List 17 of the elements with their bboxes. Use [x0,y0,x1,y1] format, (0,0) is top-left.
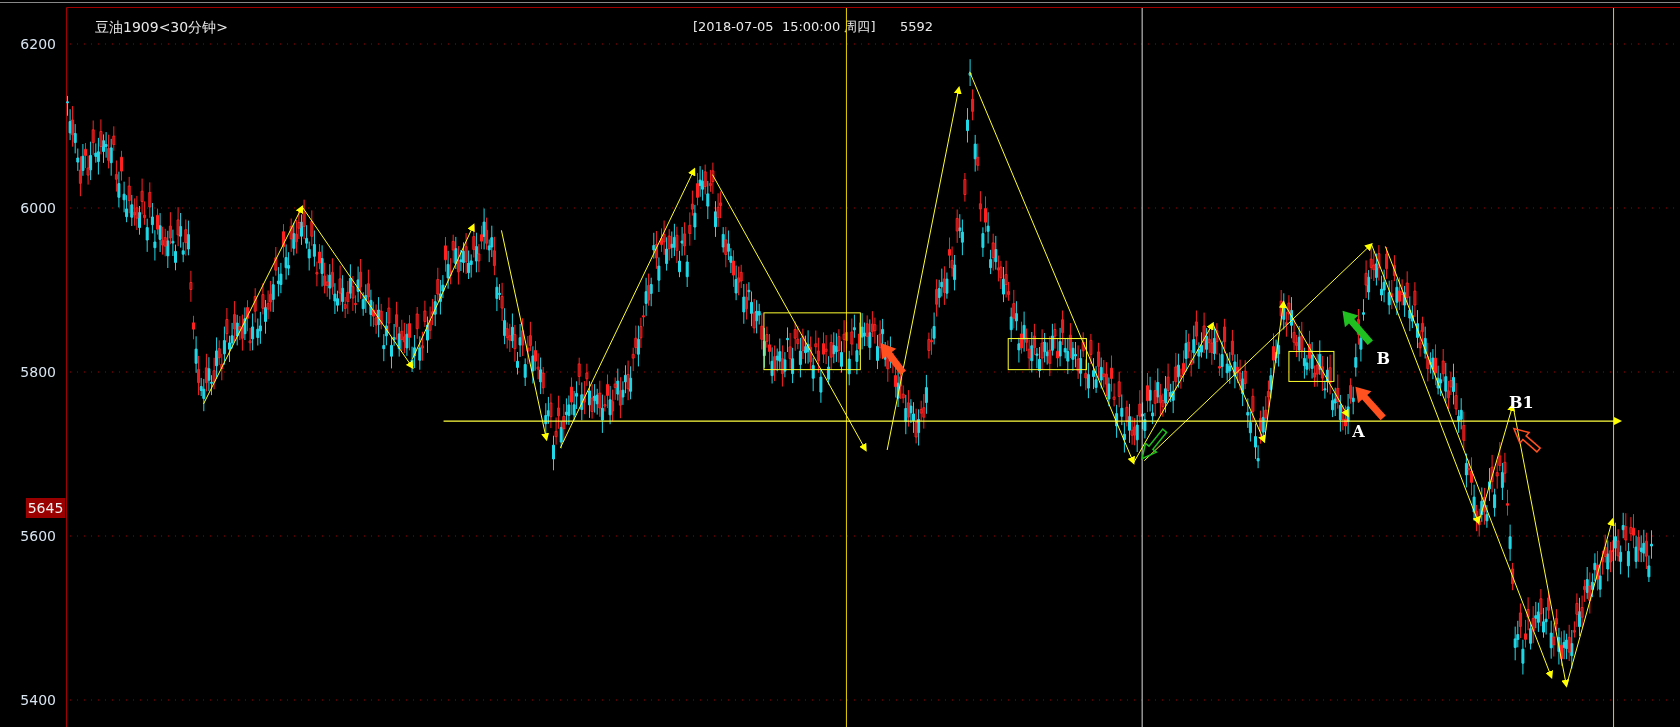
point-label: B [1376,349,1390,369]
arrow-icon [1141,428,1168,460]
cursor-price: 5592 [900,19,934,34]
price-tick-label: 5600 [20,528,56,544]
arrow-icon [880,342,906,375]
price-tick-label: 6200 [20,36,56,52]
price-tick-label: 5800 [20,364,56,380]
current-price-badge: 5645 [26,498,65,518]
range-box [1288,350,1335,382]
arrow-icon [1512,427,1542,453]
point-label: B1 [1509,393,1534,413]
arrow-icon [1355,386,1386,421]
price-tick-label: 5400 [20,692,56,708]
price-tick-label: 6000 [20,200,56,216]
arrow-icon [1342,310,1373,346]
chart-title: 豆油1909<30分钟> [95,19,228,35]
point-label: A [1352,422,1365,442]
